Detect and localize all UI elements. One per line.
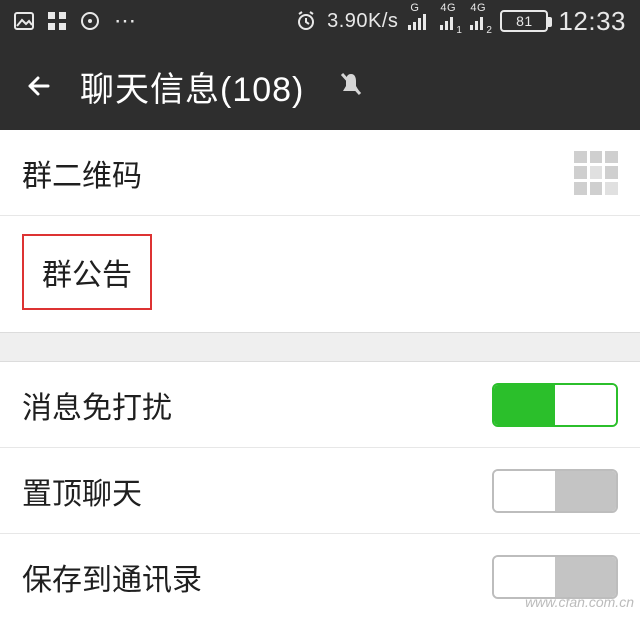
qrcode-icon [574,151,618,195]
battery-icon: 81 [500,10,548,32]
row-label: 群二维码 [22,151,142,195]
status-bar: ⋯ 3.90K/s G 4G 1 4G 2 81 12:33 [0,0,640,42]
title-bar: 聊天信息(108) [0,42,640,130]
row-label: 保存到通讯录 [22,555,202,599]
highlight-box: 群公告 [22,234,152,310]
apps-icon [48,12,66,30]
alarm-icon [295,10,317,32]
mute-icon [336,69,366,104]
section-gap [0,332,640,362]
toggle-save-contacts[interactable] [492,555,618,599]
row-group-qrcode[interactable]: 群二维码 [0,130,640,216]
clock-time: 12:33 [558,6,626,37]
signal-icon-2: 4G 1 [440,12,460,30]
back-button[interactable] [18,69,52,103]
row-mute-notifications: 消息免打扰 [0,362,640,448]
toggle-pin[interactable] [492,469,618,513]
section-group-info: 群二维码 群公告 [0,130,640,332]
row-label: 消息免打扰 [22,383,172,427]
row-pin-chat: 置顶聊天 [0,448,640,534]
signal-icon-3: 4G 2 [470,12,490,30]
more-icon: ⋯ [114,8,137,34]
signal-icon-1: G [408,12,430,30]
page-title: 聊天信息(108) [80,62,304,111]
section-settings: 消息免打扰 置顶聊天 保存到通讯录 [0,362,640,620]
toggle-mute[interactable] [492,383,618,427]
row-group-announcement[interactable]: 群公告 [0,216,640,332]
watermark: www.cfan.com.cn [525,594,634,610]
network-speed: 3.90K/s [327,10,398,33]
row-label: 群公告 [42,259,132,292]
disc-icon [80,11,100,31]
row-label: 置顶聊天 [22,469,142,513]
gallery-icon [14,12,34,30]
